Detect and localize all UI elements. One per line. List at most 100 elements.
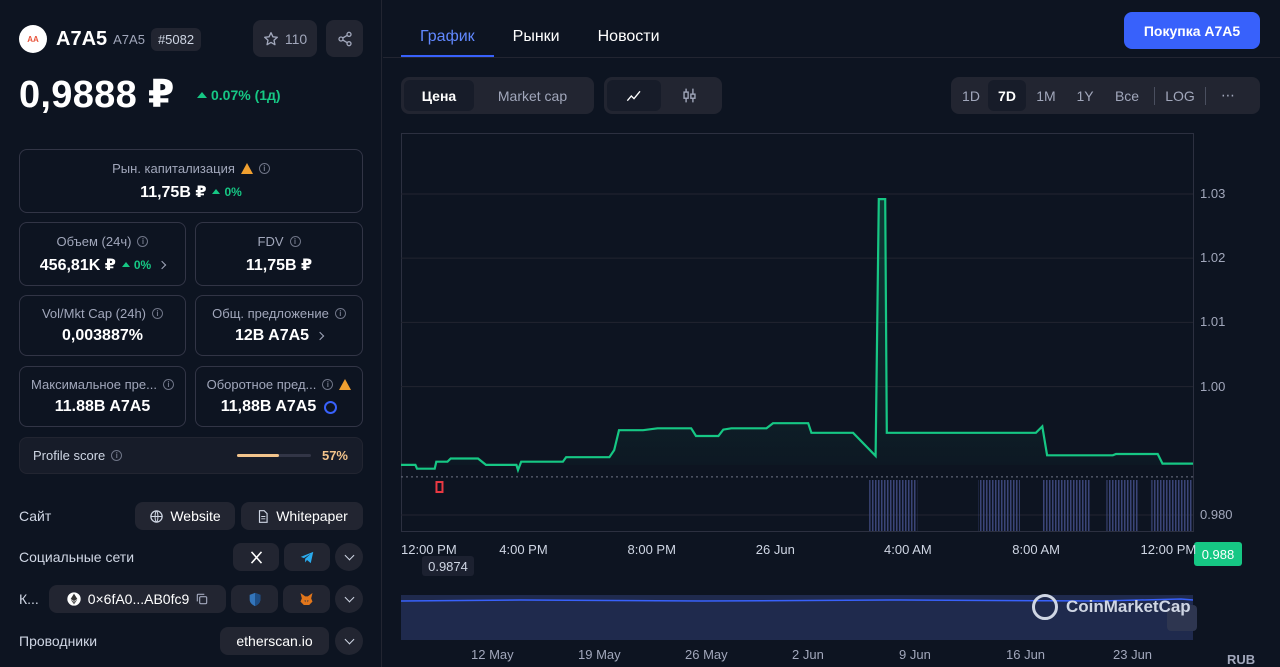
- tab-chart[interactable]: График: [401, 14, 494, 57]
- line-chart-icon: [626, 90, 641, 101]
- range-1y[interactable]: 1Y: [1066, 80, 1104, 111]
- navigator-tick-label: 19 May: [578, 647, 621, 662]
- coin-logo: AA: [19, 25, 47, 53]
- chevron-down-icon: [344, 550, 354, 560]
- profile-score-bar: [237, 454, 311, 457]
- coin-name: A7A5: [56, 27, 108, 50]
- chevron-down-icon: [344, 634, 354, 644]
- social-expand-button[interactable]: [335, 543, 363, 571]
- whitepaper-link[interactable]: Whitepaper: [241, 502, 363, 530]
- more-options-button[interactable]: ⋯: [1210, 80, 1246, 111]
- coinmarketcap-watermark: CoinMarketCap: [1032, 594, 1191, 620]
- info-icon[interactable]: i: [152, 308, 164, 319]
- rank-badge: #5082: [150, 27, 202, 51]
- up-arrow-icon: [121, 262, 130, 267]
- currency-label: RUB: [1227, 652, 1256, 667]
- explorers-expand-button[interactable]: [335, 627, 363, 655]
- fdv-card: FDV i 11,75B ₽: [195, 222, 363, 286]
- total-supply-card[interactable]: Общ. предложение i 12B A7A5: [195, 295, 363, 356]
- x-tick-label: 12:00 PM: [401, 542, 457, 557]
- market-cap-change: 0%: [212, 184, 242, 199]
- price-chart[interactable]: CoinMarketCap 0.9874 0.988 RUB 1.03 1.02 1…: [400, 133, 1261, 667]
- y-tick-label: 1.01: [1200, 314, 1226, 330]
- max-supply-card: Максимальное пре... i 11.88B A7A5: [19, 366, 186, 427]
- market-cap-toggle[interactable]: Market cap: [474, 80, 591, 111]
- content-tabs: График Рынки Новости: [401, 14, 679, 58]
- tab-markets[interactable]: Рынки: [494, 14, 579, 57]
- navigator-tick-label: 12 May: [471, 647, 514, 662]
- verified-ring-icon[interactable]: [324, 400, 338, 414]
- range-all[interactable]: Все: [1104, 80, 1150, 111]
- warning-icon[interactable]: [240, 162, 253, 174]
- shield-icon: [249, 592, 260, 606]
- explorer-link[interactable]: etherscan.io: [220, 627, 329, 655]
- volume-bar: [1106, 480, 1139, 531]
- contract-address: 0×6fA0...AB0fc9: [87, 591, 190, 607]
- telegram-icon: [300, 551, 314, 563]
- x-tick-label: 4:00 PM: [499, 542, 548, 557]
- wallet-shield-button[interactable]: [231, 585, 278, 613]
- document-icon: [259, 509, 268, 523]
- navigator-tick-label: 16 Jun: [1006, 647, 1046, 662]
- profile-score-value: 57%: [321, 448, 348, 463]
- buy-button[interactable]: Покупка A7A5: [1124, 12, 1260, 49]
- chart-type-toggle: [604, 77, 722, 114]
- y-tick-label: 0.980: [1200, 506, 1233, 522]
- range-7d[interactable]: 7D: [988, 80, 1026, 111]
- volume-card[interactable]: Объем (24ч) i 456,81K ₽ 0%: [19, 222, 186, 286]
- watermark-text: CoinMarketCap: [1066, 597, 1191, 616]
- max-supply-label: Максимальное пре...: [31, 377, 157, 392]
- metamask-button[interactable]: [283, 585, 330, 613]
- circulating-supply-card: Оборотное пред... i 11,88B A7A5: [195, 366, 363, 427]
- x-twitter-link[interactable]: [233, 543, 279, 571]
- plot-frame: [401, 133, 1194, 532]
- price-change-value: 0.07% (1д): [211, 87, 281, 103]
- up-arrow-icon: [212, 189, 221, 194]
- y-tick-label: 1.00: [1200, 378, 1226, 394]
- market-cap-change-value: 0%: [224, 184, 242, 199]
- profile-score[interactable]: Profile score i 57%: [19, 437, 363, 474]
- price-toggle[interactable]: Цена: [404, 80, 474, 111]
- info-icon[interactable]: i: [258, 162, 270, 174]
- watchlist-button[interactable]: 110: [253, 20, 317, 57]
- range-1m[interactable]: 1M: [1026, 80, 1066, 111]
- info-icon[interactable]: i: [111, 450, 123, 461]
- explorers-label: Проводники: [19, 633, 98, 649]
- profile-score-label: Profile score: [33, 448, 106, 463]
- copy-icon[interactable]: [195, 592, 209, 606]
- share-button[interactable]: [326, 20, 363, 57]
- telegram-link[interactable]: [284, 543, 330, 571]
- range-divider: [1205, 86, 1206, 105]
- x-tick-label: 26 Jun: [755, 542, 795, 557]
- info-icon[interactable]: i: [334, 308, 346, 319]
- warning-icon[interactable]: [339, 379, 352, 390]
- total-supply-label: Общ. предложение: [212, 306, 329, 321]
- total-supply-value: 12B A7A5: [234, 327, 310, 344]
- website-label: Website: [170, 508, 221, 524]
- fdv-value: 11,75B ₽: [245, 256, 313, 274]
- navigator-tick-label: 9 Jun: [899, 647, 931, 662]
- contract-address-button[interactable]: 0×6fA0...AB0fc9: [49, 585, 226, 613]
- tab-news[interactable]: Новости: [579, 14, 679, 57]
- range-1d[interactable]: 1D: [954, 80, 988, 111]
- x-logo-icon: [250, 550, 262, 564]
- circulating-supply-value: 11,88B A7A5: [220, 398, 317, 415]
- circulating-supply-label: Оборотное пред...: [206, 377, 317, 392]
- volume-value: 456,81K ₽: [39, 256, 116, 274]
- line-chart-toggle[interactable]: [607, 80, 661, 111]
- up-arrow-icon: [197, 92, 207, 98]
- info-icon[interactable]: i: [289, 235, 301, 247]
- x-tick-label: 12:00 PM: [1140, 542, 1197, 557]
- info-icon[interactable]: i: [137, 235, 149, 247]
- log-scale-toggle[interactable]: LOG: [1159, 80, 1201, 111]
- candlestick-toggle[interactable]: [661, 80, 718, 111]
- website-link[interactable]: Website: [135, 502, 235, 530]
- info-icon[interactable]: i: [322, 379, 334, 390]
- watchlist-count: 110: [284, 30, 308, 47]
- info-icon[interactable]: i: [162, 379, 174, 390]
- contract-expand-button[interactable]: [335, 585, 363, 613]
- vol-mkt-cap-label: Vol/Mkt Cap (24h): [41, 306, 147, 321]
- fdv-label: FDV: [257, 233, 284, 249]
- market-cap-label: Рын. капитализация: [112, 160, 235, 176]
- volume-bar: [978, 480, 1020, 531]
